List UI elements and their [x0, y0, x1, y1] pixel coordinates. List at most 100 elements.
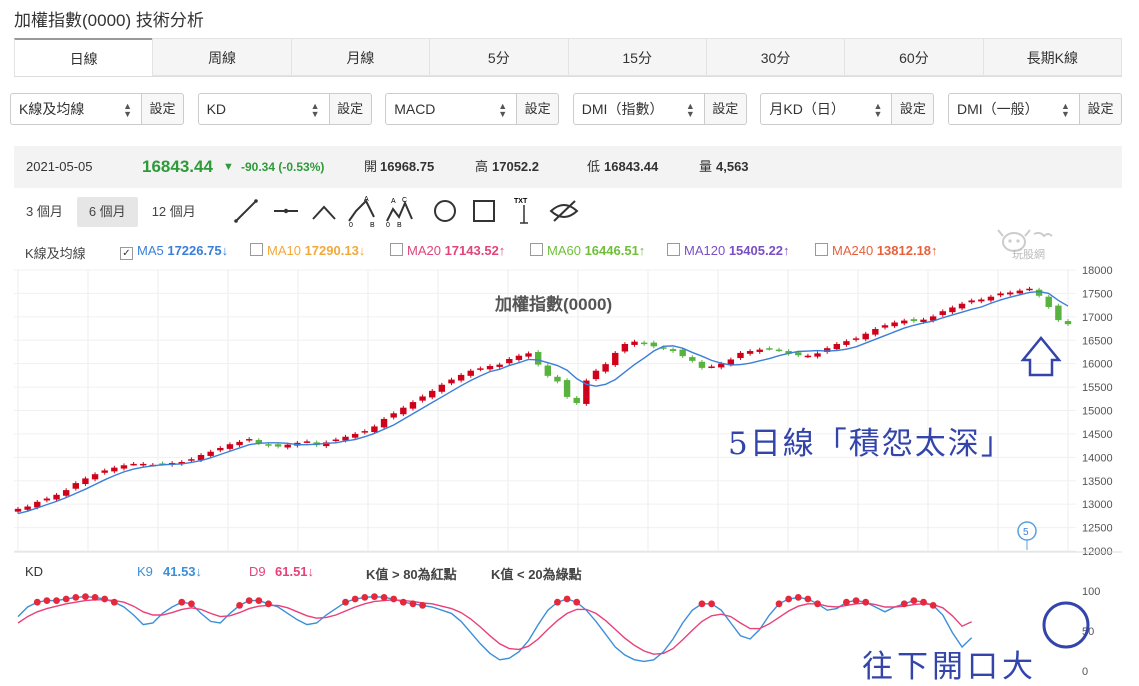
y-tick-label: 15000 — [1082, 406, 1113, 418]
ma-name: MA10 — [267, 243, 305, 258]
candle-body — [120, 465, 128, 469]
candle-body — [419, 396, 426, 401]
updown-arrow-icon: ▲ ▼ — [310, 101, 320, 119]
indicator-dropdown-value: DMI（指數） — [581, 101, 664, 117]
candle-body — [804, 355, 812, 358]
y-tick-label: 15500 — [1082, 382, 1113, 394]
svg-text:A: A — [391, 198, 396, 205]
candle-body — [255, 440, 263, 444]
kd-annotation: 往下開口大 — [862, 649, 1037, 685]
tab-3[interactable]: 5分 — [429, 38, 568, 76]
candle-body — [929, 316, 937, 321]
indicator-dropdown[interactable]: 月KD（日） ▲ ▼ — [760, 93, 893, 125]
candle-body — [226, 444, 234, 449]
candle-body — [689, 357, 696, 361]
candle-body — [14, 508, 22, 512]
line-tool-icon[interactable] — [234, 199, 258, 223]
tab-5[interactable]: 30分 — [705, 38, 845, 76]
kd-red-dot — [929, 602, 937, 609]
candle-body — [130, 463, 137, 466]
ma-checkbox[interactable] — [250, 243, 263, 256]
kd-red-dot — [361, 594, 369, 601]
indicator-dropdown-value: K線及均線 — [19, 101, 85, 117]
settings-button[interactable]: 設定 — [142, 93, 184, 125]
ma-legend-item[interactable]: ✓ MA5 17226.75↓ — [120, 243, 228, 260]
chart-title: 加權指數(0000) — [494, 294, 612, 314]
settings-button[interactable]: 設定 — [517, 93, 560, 125]
candle-body — [583, 380, 590, 404]
event-marker — [1017, 521, 1037, 541]
candle-body — [371, 426, 378, 433]
indicator-dropdown[interactable]: K線及均線 ▲ ▼ — [10, 93, 142, 125]
candle-body — [159, 463, 166, 465]
abcd-pattern-icon[interactable]: A C 0 B — [386, 197, 413, 229]
ma-checkbox[interactable] — [390, 243, 403, 256]
ma-legend-item[interactable]: MA20 17143.52↑ — [390, 243, 505, 258]
hide-drawings-icon[interactable] — [549, 200, 579, 222]
ma-legend-item[interactable]: MA10 17290.13↓ — [250, 243, 365, 258]
candle-body — [294, 442, 301, 446]
candle-body — [496, 364, 503, 367]
candle-body — [178, 462, 185, 464]
indicator-dropdown[interactable]: MACD ▲ ▼ — [385, 93, 518, 125]
candle-body — [91, 474, 99, 480]
candle-body — [1026, 288, 1033, 291]
candle-body — [766, 348, 773, 350]
candle-body — [910, 319, 918, 322]
tab-7[interactable]: 長期K線 — [982, 38, 1122, 76]
settings-button[interactable]: 設定 — [1079, 93, 1122, 125]
candle-body — [737, 352, 744, 359]
updown-arrow-icon: ▲ ▼ — [498, 101, 508, 119]
ma-legend-item[interactable]: MA60 16446.51↑ — [530, 243, 645, 258]
ma-name: MA5 — [137, 243, 168, 258]
candle-body — [217, 447, 224, 451]
tab-1[interactable]: 周線 — [152, 38, 291, 76]
settings-button[interactable]: 設定 — [892, 93, 935, 125]
kd-red-dot — [265, 600, 272, 608]
circle-tool-icon[interactable] — [434, 200, 456, 222]
kd-red-dot — [900, 600, 908, 608]
range-button-0[interactable]: 3 個月 — [14, 197, 75, 227]
candle-body — [245, 439, 253, 441]
tab-0[interactable]: 日線 — [14, 38, 153, 76]
page-title: 加權指數(0000) 技術分析 — [14, 11, 204, 30]
settings-button[interactable]: 設定 — [704, 93, 747, 125]
candle-body — [631, 341, 638, 345]
angle-tool-icon[interactable] — [312, 205, 336, 220]
kd-red-dot — [101, 595, 109, 603]
horizontal-line-tool-icon[interactable] — [274, 208, 298, 214]
ma-checkbox[interactable] — [667, 243, 680, 256]
indicator-dropdown-value: KD — [206, 101, 227, 117]
ma-legend-item[interactable]: MA120 15405.22↑ — [667, 243, 790, 258]
tab-4[interactable]: 15分 — [567, 38, 706, 76]
candle-body — [949, 307, 956, 313]
ma-checkbox[interactable]: ✓ — [120, 247, 133, 260]
kd-red-dot — [785, 595, 793, 603]
quote-date: 2021-05-05 — [26, 159, 93, 174]
updown-arrow-icon: ▲ ▼ — [873, 101, 883, 119]
candle-body — [323, 442, 330, 447]
range-button-2[interactable]: 12 個月 — [140, 197, 208, 227]
ma-checkbox[interactable] — [530, 243, 543, 256]
indicator-dropdown[interactable]: DMI（指數） ▲ ▼ — [572, 93, 705, 125]
abc-pattern-icon[interactable]: A 0 B — [348, 196, 375, 229]
candle-body — [718, 363, 725, 368]
tab-2[interactable]: 月線 — [290, 38, 430, 76]
candle-body — [1055, 305, 1062, 321]
range-button-1[interactable]: 6 個月 — [76, 197, 138, 227]
indicator-dropdown[interactable]: KD ▲ ▼ — [197, 93, 330, 125]
quote-low-label: 低 — [587, 159, 601, 174]
rectangle-tool-icon[interactable] — [473, 200, 495, 222]
indicator-selector-1: KD ▲ ▼ 設定 — [197, 93, 372, 127]
quote-open-label: 開 — [364, 159, 378, 174]
indicator-dropdown[interactable]: DMI（一般） ▲ ▼ — [947, 93, 1080, 125]
candle-body — [698, 361, 706, 368]
ma-legend-item[interactable]: MA240 13812.18↑ — [815, 243, 938, 258]
candle-body — [939, 311, 946, 315]
tab-6[interactable]: 60分 — [844, 38, 983, 76]
settings-button[interactable]: 設定 — [329, 93, 372, 125]
y-tick-label: 14500 — [1082, 429, 1113, 441]
kd-red-dot — [82, 593, 89, 600]
text-tool-icon[interactable]: TXT — [514, 198, 528, 224]
ma-checkbox[interactable] — [815, 243, 828, 256]
